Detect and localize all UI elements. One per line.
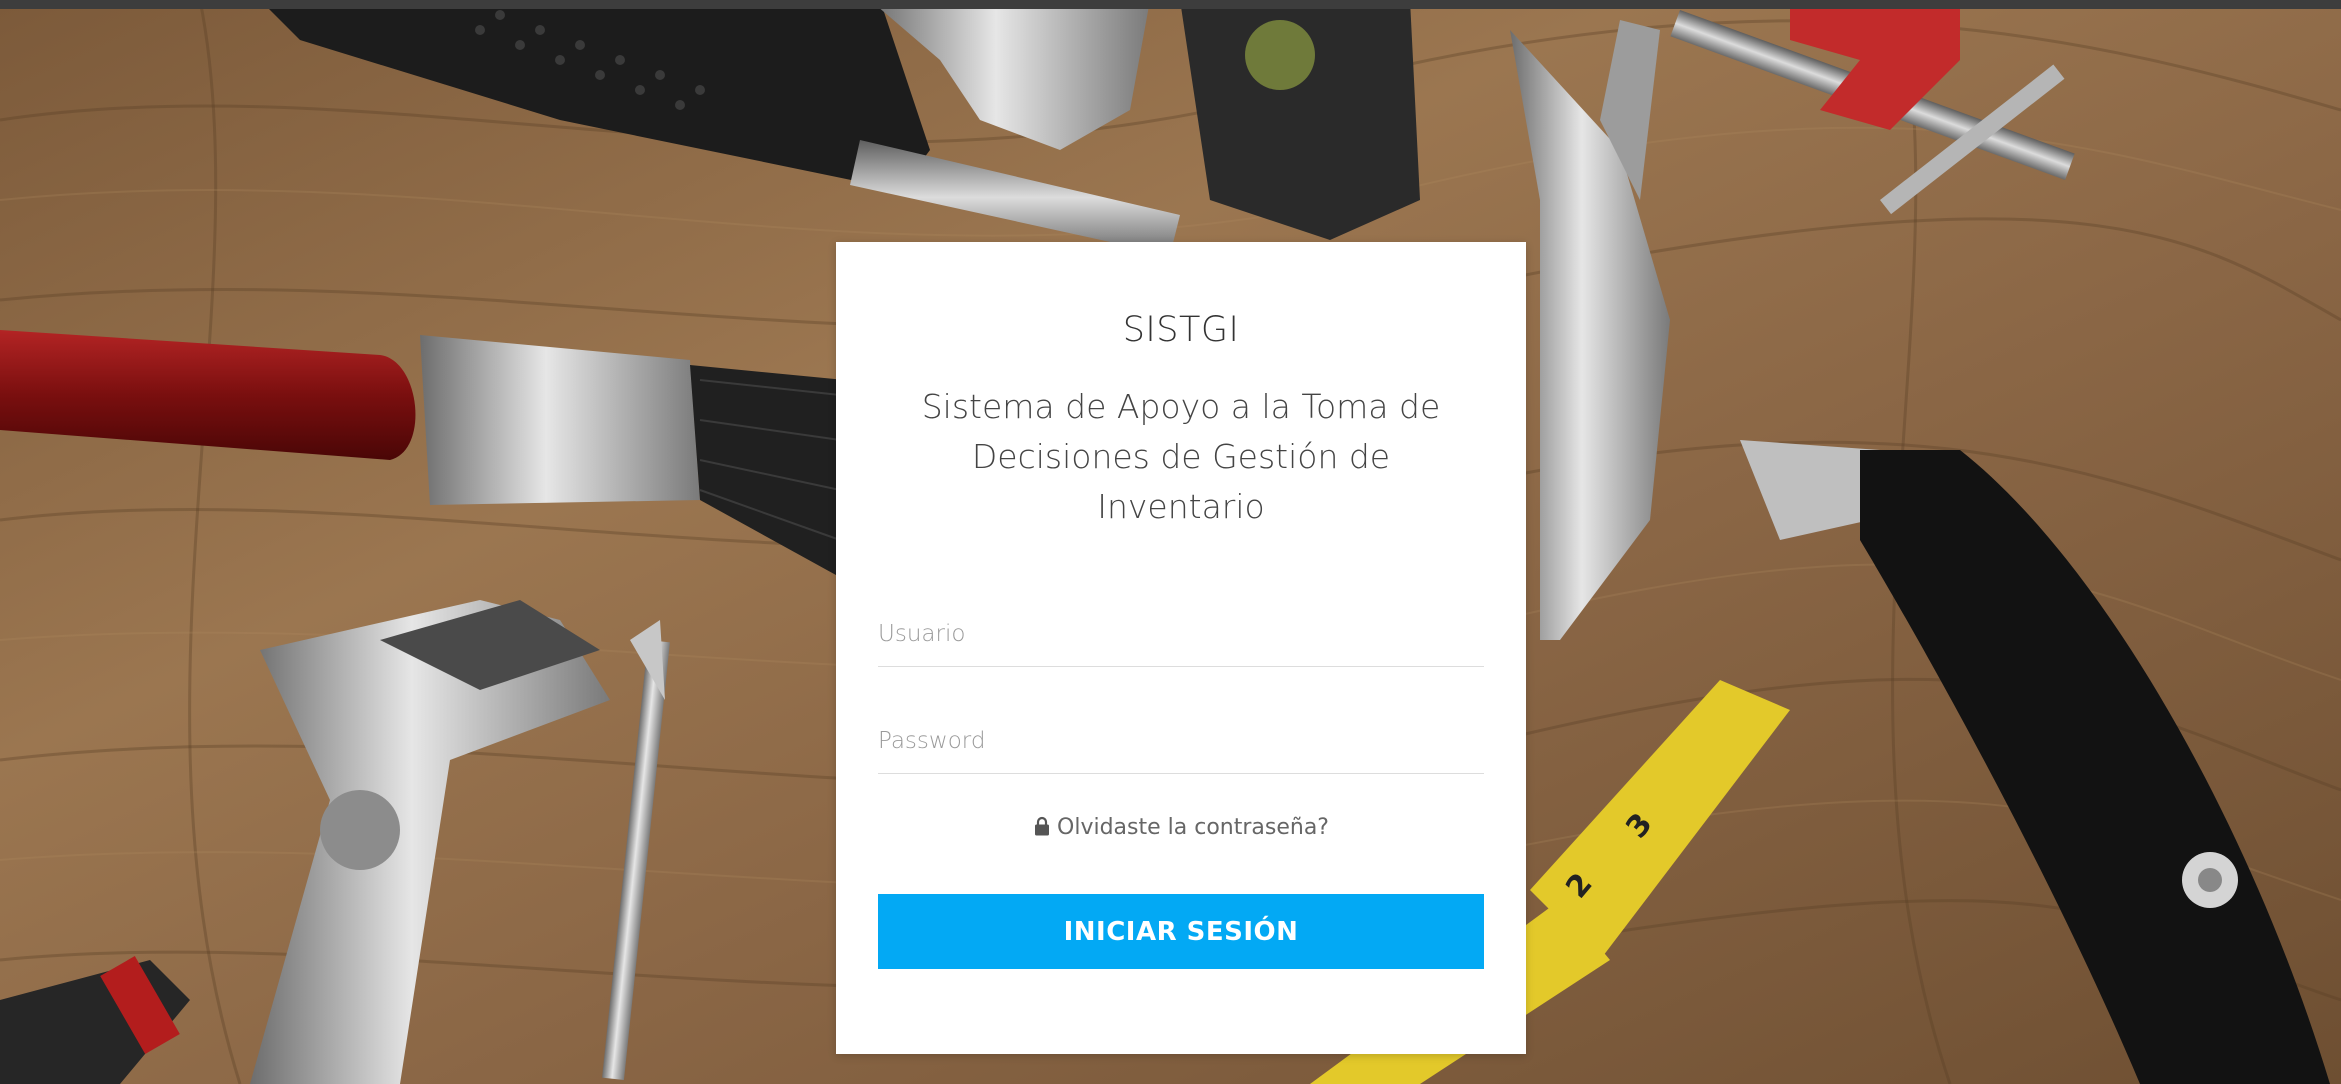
forgot-password-link[interactable]: Olvidaste la contraseña? [836, 815, 1526, 840]
login-page: 3 2 SISTGI Sistema de Apoyo a la Toma de… [0, 0, 2341, 1084]
password-input[interactable] [878, 714, 1484, 774]
window-top-bar [0, 0, 2341, 9]
forgot-password-label: Olvidaste la contraseña? [1057, 815, 1329, 840]
login-card: SISTGI Sistema de Apoyo a la Toma de Dec… [836, 242, 1526, 1054]
app-title: SISTGI [1122, 310, 1240, 350]
lock-icon [1035, 816, 1050, 836]
login-button[interactable]: INICIAR SESIÓN [878, 894, 1484, 969]
username-input[interactable] [878, 607, 1484, 667]
app-subtitle: Sistema de Apoyo a la Toma de Decisiones… [921, 387, 1441, 526]
